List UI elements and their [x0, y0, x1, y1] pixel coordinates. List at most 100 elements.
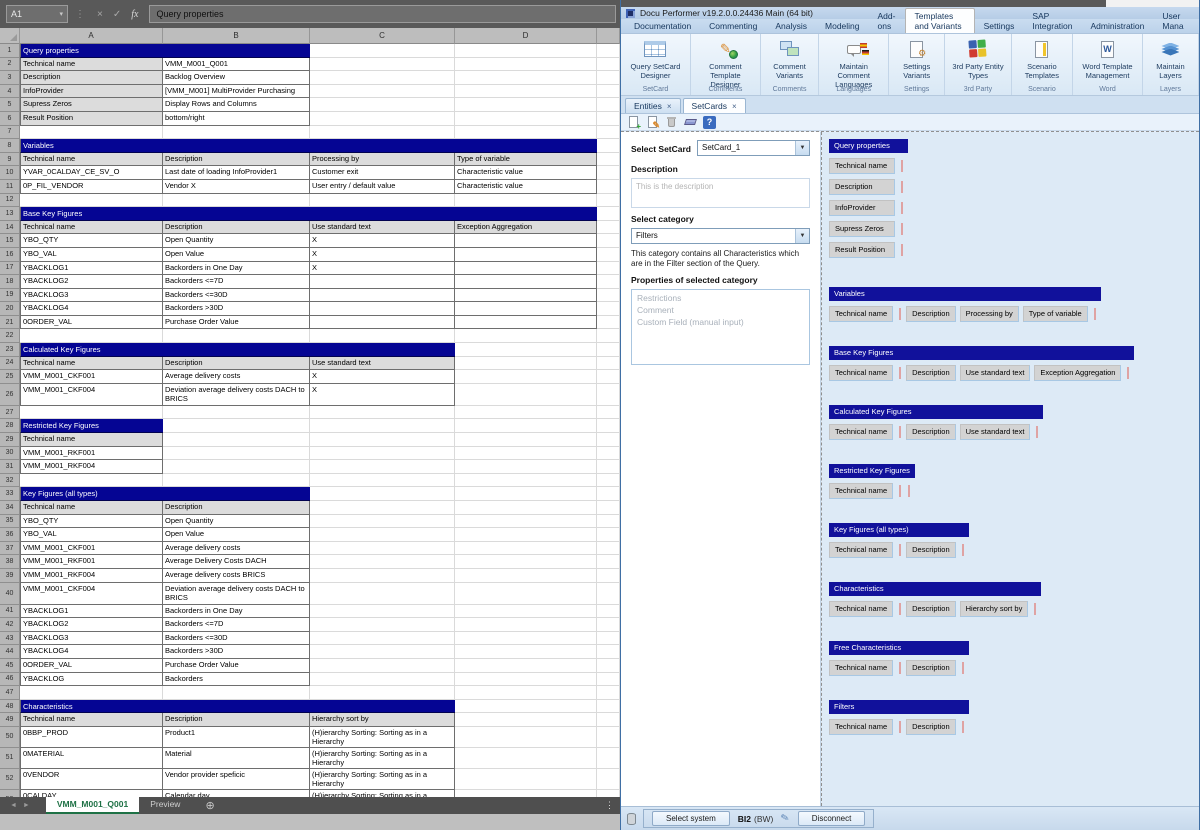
cell[interactable]: YBACKLOG2 — [20, 275, 163, 289]
cell[interactable]: Technical name — [20, 501, 163, 515]
row-number-18[interactable]: 18 — [0, 275, 20, 289]
row-number-26[interactable]: 26 — [0, 384, 20, 406]
sheet-nav-arrows[interactable]: ◄► — [10, 802, 36, 809]
cell[interactable]: Customer exit — [310, 166, 455, 180]
cell[interactable]: Description — [163, 501, 310, 515]
cell[interactable]: Supress Zeros — [20, 98, 163, 112]
cell[interactable] — [597, 44, 620, 58]
preview-field-button[interactable]: Use standard text — [960, 365, 1031, 381]
cell[interactable] — [597, 71, 620, 85]
cell[interactable] — [597, 769, 620, 790]
cell[interactable] — [455, 487, 597, 501]
row-number-40[interactable]: 40 — [0, 583, 20, 605]
cell[interactable] — [310, 275, 455, 289]
cell[interactable]: VMM_M001_CKF001 — [20, 370, 163, 384]
cell[interactable] — [310, 605, 455, 619]
cell[interactable] — [163, 329, 310, 343]
cell[interactable] — [597, 433, 620, 447]
cell[interactable]: X — [310, 234, 455, 248]
cell[interactable] — [455, 569, 597, 583]
cell[interactable]: Processing by — [310, 153, 455, 167]
preview-section-header[interactable]: Characteristics — [829, 582, 1041, 596]
menu-item-analysis[interactable]: Analysis — [766, 19, 816, 33]
cell[interactable]: Backorders >30D — [163, 645, 310, 659]
menu-item-administration[interactable]: Administration — [1082, 19, 1154, 33]
row-number-31[interactable]: 31 — [0, 460, 20, 474]
cell[interactable] — [163, 474, 310, 488]
row-number-39[interactable]: 39 — [0, 569, 20, 583]
cell[interactable]: 0CALDAY — [20, 790, 163, 797]
cell[interactable]: YBO_VAL — [20, 528, 163, 542]
cell[interactable] — [597, 180, 620, 194]
select-system-button[interactable]: Select system — [652, 811, 730, 826]
cell[interactable] — [310, 316, 455, 330]
cell[interactable]: YBACKLOG3 — [20, 289, 163, 303]
cell[interactable] — [597, 528, 620, 542]
cell[interactable] — [597, 700, 620, 714]
cell[interactable] — [597, 112, 620, 126]
cell[interactable] — [20, 406, 163, 420]
cell[interactable]: Variables — [20, 139, 597, 153]
cell[interactable] — [310, 58, 455, 72]
cell[interactable]: Calculated Key Figures — [20, 343, 455, 357]
edit-setcard-icon[interactable]: ✎ — [646, 116, 659, 129]
row-number-36[interactable]: 36 — [0, 528, 20, 542]
column-header-C[interactable]: C — [310, 28, 455, 44]
cell[interactable]: [VMM_M001] MultiProvider Purchasing — [163, 85, 310, 99]
cell[interactable] — [163, 447, 310, 461]
menu-item-commenting[interactable]: Commenting — [700, 19, 766, 33]
cell[interactable] — [455, 302, 597, 316]
row-number-7[interactable]: 7 — [0, 126, 20, 140]
cell[interactable] — [597, 515, 620, 529]
preview-field-button[interactable]: Technical name — [829, 424, 893, 440]
row-number-13[interactable]: 13 — [0, 207, 20, 221]
row-number-12[interactable]: 12 — [0, 194, 20, 208]
cell[interactable] — [455, 112, 597, 126]
cell[interactable]: Backorders >30D — [163, 302, 310, 316]
cell[interactable] — [597, 673, 620, 687]
cell[interactable]: Deviation average delivery costs DACH to… — [163, 583, 310, 605]
setcard-select[interactable]: SetCard_1 ▼ — [697, 140, 810, 156]
cell[interactable]: VMM_M001_RKF001 — [20, 555, 163, 569]
cell[interactable]: Product1 — [163, 727, 310, 748]
cell[interactable] — [597, 555, 620, 569]
cell[interactable] — [310, 501, 455, 515]
chevron-down-icon[interactable]: ▼ — [795, 141, 809, 155]
cell[interactable] — [310, 447, 455, 461]
row-number-27[interactable]: 27 — [0, 406, 20, 420]
cell[interactable]: Backorders <=7D — [163, 618, 310, 632]
cell[interactable] — [310, 583, 455, 605]
column-header-A[interactable]: A — [20, 28, 163, 44]
delete-setcard-icon[interactable] — [665, 116, 678, 129]
cell[interactable]: 0P_FIL_VENDOR — [20, 180, 163, 194]
cell[interactable]: YBACKLOG2 — [20, 618, 163, 632]
cell[interactable] — [597, 447, 620, 461]
cell[interactable]: Description — [163, 221, 310, 235]
ribbon-group-comments[interactable]: ✎Comment Template DesignerComments — [691, 34, 761, 95]
ribbon-group-word[interactable]: WWord Template ManagementWord — [1073, 34, 1143, 95]
cell[interactable] — [310, 419, 455, 433]
cell[interactable]: bottom/right — [163, 112, 310, 126]
row-number-8[interactable]: 8 — [0, 139, 20, 153]
preview-section-header[interactable]: Calculated Key Figures — [829, 405, 1043, 419]
cell[interactable]: Open Quantity — [163, 234, 310, 248]
cell[interactable]: 0ORDER_VAL — [20, 316, 163, 330]
preview-section-header[interactable]: Query properties — [829, 139, 908, 153]
row-number-17[interactable]: 17 — [0, 262, 20, 276]
cell[interactable] — [455, 234, 597, 248]
cell[interactable] — [163, 406, 310, 420]
cell[interactable] — [455, 71, 597, 85]
formula-input[interactable]: Query properties — [149, 5, 616, 23]
row-number-51[interactable]: 51 — [0, 748, 20, 769]
cell[interactable]: YBACKLOG — [20, 673, 163, 687]
column-header-sliver[interactable] — [597, 28, 620, 44]
new-setcard-icon[interactable]: + — [627, 116, 640, 129]
cell[interactable] — [597, 343, 620, 357]
row-number-43[interactable]: 43 — [0, 632, 20, 646]
insert-function-icon[interactable]: fx — [131, 9, 138, 20]
cell[interactable] — [455, 248, 597, 262]
cell[interactable]: Restricted Key Figures — [20, 419, 163, 433]
cell[interactable] — [455, 384, 597, 406]
cell[interactable]: User entry / default value — [310, 180, 455, 194]
cell[interactable]: 0BBP_PROD — [20, 727, 163, 748]
